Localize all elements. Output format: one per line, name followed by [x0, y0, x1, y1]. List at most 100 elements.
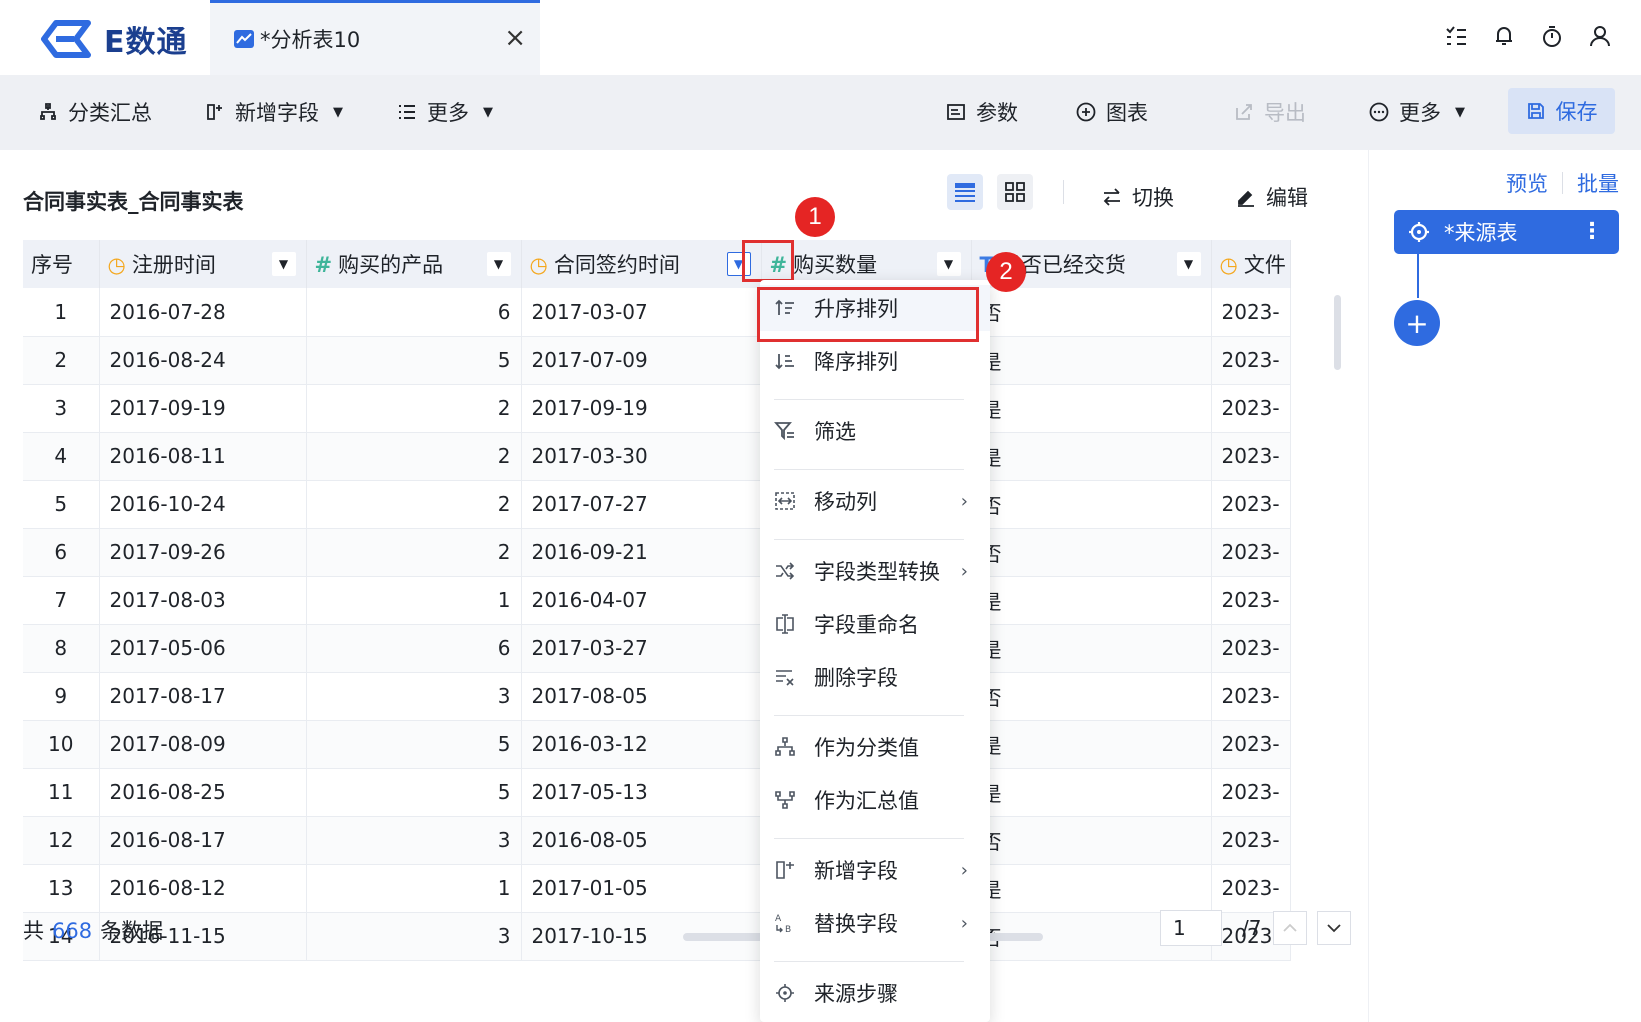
cell-contract-time: 2016-03-12: [521, 720, 762, 769]
col-header-file[interactable]: ◷ 文件: [1211, 240, 1291, 288]
cell-product: 6: [306, 624, 522, 673]
table-row[interactable]: 52016-10-2422017-07-271否2023-: [23, 480, 1291, 529]
clock-icon: ◷: [1219, 253, 1238, 277]
col-header-register-time[interactable]: ◷ 注册时间 ▼: [99, 240, 307, 288]
timer-icon[interactable]: [1541, 24, 1563, 48]
close-icon[interactable]: ×: [504, 25, 526, 51]
export-button[interactable]: 导出: [1234, 97, 1306, 127]
table-row[interactable]: 132016-08-1212017-01-053是2023-: [23, 864, 1291, 913]
pagination: 1 /7: [1160, 910, 1352, 946]
menu-item-sort-desc[interactable]: 降序排列: [760, 338, 990, 384]
col-header-product[interactable]: # 购买的产品 ▼: [306, 240, 522, 288]
cell-product: 5: [306, 768, 522, 817]
cell-product: 5: [306, 720, 522, 769]
menu-item-as-summary[interactable]: 作为汇总值: [760, 777, 990, 823]
cell-index: 11: [23, 768, 100, 817]
batch-link[interactable]: 批量: [1577, 168, 1619, 198]
preview-link[interactable]: 预览: [1506, 168, 1548, 198]
col-header-contract-time[interactable]: ◷ 合同签约时间 ▼: [521, 240, 762, 288]
cell-index: 5: [23, 480, 100, 529]
sort-desc-icon: [775, 354, 794, 370]
column-dropdown-button[interactable]: ▼: [271, 252, 296, 276]
cell-contract-time: 2017-09-19: [521, 384, 762, 433]
menu-divider: [774, 838, 964, 839]
cell-register-time: 2016-08-12: [99, 864, 307, 913]
table-view-button[interactable]: [947, 174, 983, 210]
cell-product: 3: [306, 816, 522, 865]
cell-contract-time: 2017-08-05: [521, 672, 762, 721]
add-field-button[interactable]: 新增字段 ▼: [205, 97, 343, 127]
caret-down-icon: ▼: [1455, 104, 1465, 120]
edit-button[interactable]: 编辑: [1236, 182, 1308, 212]
menu-item-source-step[interactable]: 来源步骤: [760, 970, 990, 1016]
step-badge-1: 1: [795, 197, 835, 237]
tab-title: *分析表10: [260, 28, 361, 52]
menu-item-replace-field[interactable]: AB 替换字段 ›: [760, 900, 990, 946]
cell-index: 8: [23, 624, 100, 673]
more-vertical-icon[interactable]: ⋮: [1581, 219, 1603, 244]
params-button[interactable]: 参数: [946, 97, 1018, 127]
table-row[interactable]: 72017-08-0312016-04-071是2023-: [23, 576, 1291, 625]
menu-item-rename-field[interactable]: 字段重命名: [760, 601, 990, 647]
page-input[interactable]: 1: [1160, 910, 1222, 946]
column-dropdown-button[interactable]: ▼: [1176, 252, 1201, 276]
menu-item-delete-field[interactable]: 删除字段: [760, 654, 990, 700]
cell-file: 2023-: [1211, 576, 1291, 625]
table-row[interactable]: 22016-08-2452017-07-091是2023-: [23, 336, 1291, 385]
next-page-button[interactable]: [1317, 911, 1352, 945]
bell-icon[interactable]: [1493, 24, 1515, 48]
main-panel: 合同事实表_合同事实表 切换 编辑 序号 ◷ 注册时间 ▼ # 购买的产品 ▼ …: [0, 150, 1368, 1022]
step-badge-2: 2: [986, 252, 1026, 292]
table-row[interactable]: 42016-08-1122017-03-301是2023-: [23, 432, 1291, 481]
cell-product: 2: [306, 432, 522, 481]
cell-delivered: 是: [971, 432, 1212, 481]
menu-item-filter[interactable]: 筛选: [760, 408, 990, 454]
table-row[interactable]: 82017-05-0662017-03-271是2023-: [23, 624, 1291, 673]
table-row[interactable]: 142016-11-1532017-10-151否2023-: [23, 912, 1291, 961]
table-row[interactable]: 102017-08-0952016-03-121是2023-: [23, 720, 1291, 769]
user-icon[interactable]: [1589, 24, 1611, 48]
cell-delivered: 否: [971, 528, 1212, 577]
vertical-scrollbar[interactable]: [1334, 295, 1341, 370]
grid-view-button[interactable]: [997, 174, 1033, 210]
save-button[interactable]: 保存: [1508, 88, 1615, 134]
cell-register-time: 2016-08-25: [99, 768, 307, 817]
menu-item-move-column[interactable]: 移动列 ›: [760, 478, 990, 524]
clock-icon: ◷: [107, 253, 126, 277]
highlight-box-sort-asc: [757, 287, 979, 342]
col-header-index[interactable]: 序号: [23, 240, 100, 288]
cell-contract-time: 2017-01-05: [521, 864, 762, 913]
add-step-button[interactable]: +: [1394, 300, 1440, 346]
task-list-icon[interactable]: [1445, 24, 1467, 48]
edit-pen-icon: [1238, 190, 1254, 207]
column-context-menu: 升序排列 降序排列 筛选 移动列 › 字段类型转换 › 字段重命名 删除字段 作…: [760, 280, 990, 1022]
classify-summary-button[interactable]: 分类汇总: [38, 97, 152, 127]
table-row[interactable]: 122016-08-1732016-08-051否2023-: [23, 816, 1291, 865]
more-right-button[interactable]: 更多 ▼: [1369, 97, 1465, 127]
menu-divider: [774, 961, 964, 962]
table-row[interactable]: 92017-08-1732017-08-051否2023-: [23, 672, 1291, 721]
prev-page-button[interactable]: [1273, 911, 1308, 945]
menu-item-type-convert[interactable]: 字段类型转换 ›: [760, 548, 990, 594]
cell-product: 6: [306, 288, 522, 337]
save-label: 保存: [1555, 100, 1598, 124]
table-row[interactable]: 112016-08-2552017-05-131是2023-: [23, 768, 1291, 817]
table-header-row: 序号 ◷ 注册时间 ▼ # 购买的产品 ▼ ◷ 合同签约时间 ▼ # 购买数量 ▼: [23, 240, 1291, 288]
menu-item-as-category[interactable]: 作为分类值: [760, 724, 990, 770]
chart-button[interactable]: 图表: [1076, 97, 1148, 127]
tab-analysis[interactable]: *分析表10 ×: [210, 0, 540, 75]
export-icon: [1236, 104, 1252, 120]
source-table-node[interactable]: *来源表 ⋮: [1394, 210, 1619, 254]
switch-button[interactable]: 切换: [1102, 182, 1174, 212]
toolbar: 分类汇总 新增字段 ▼ 更多 ▼ 参数 图表 导出 更多 ▼ 保存: [0, 75, 1641, 150]
menu-divider: [774, 469, 964, 470]
table-row[interactable]: 62017-09-2622016-09-211否2023-: [23, 528, 1291, 577]
column-dropdown-button[interactable]: ▼: [486, 252, 511, 276]
cell-index: 1: [23, 288, 100, 337]
table-row[interactable]: 32017-09-1922017-09-191是2023-: [23, 384, 1291, 433]
menu-item-add-field[interactable]: 新增字段 ›: [760, 847, 990, 893]
more-left-button[interactable]: 更多 ▼: [397, 97, 493, 127]
swap-icon: [1103, 188, 1120, 206]
column-dropdown-button[interactable]: ▼: [936, 252, 961, 276]
table-row[interactable]: 12016-07-2862017-03-071否2023-: [23, 288, 1291, 337]
